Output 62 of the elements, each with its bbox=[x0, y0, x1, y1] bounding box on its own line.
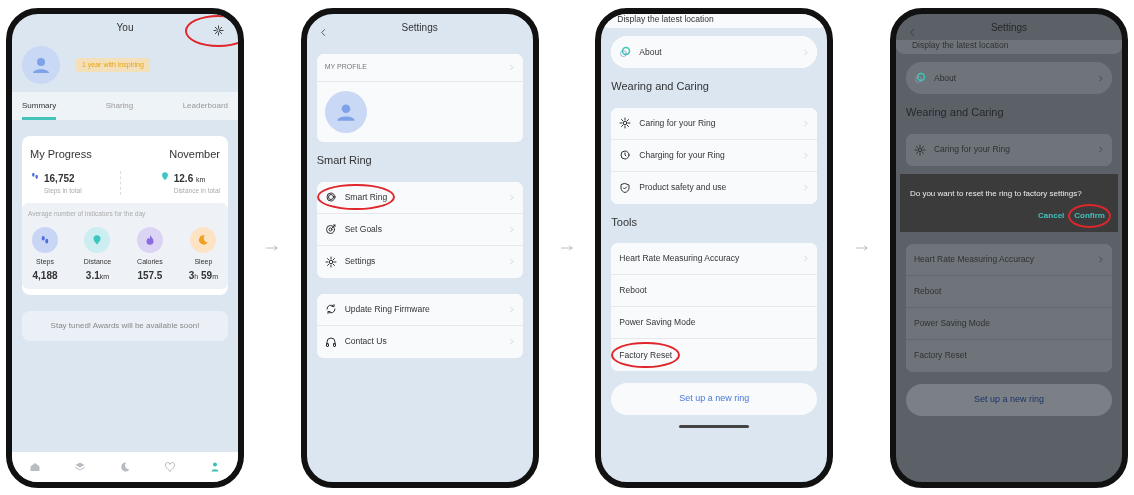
section-heading: Wearing and Caring bbox=[611, 79, 710, 94]
dialog-button[interactable]: Confirm bbox=[1071, 207, 1108, 224]
chevron-icon bbox=[1096, 255, 1104, 263]
settings-row[interactable]: Set Goals bbox=[316, 213, 523, 246]
settings-row[interactable]: Power Saving Mode bbox=[611, 307, 818, 339]
footprints-icon bbox=[30, 170, 40, 181]
settings-row[interactable]: Product safety and use bbox=[611, 171, 818, 204]
settings-row[interactable]: Reboot bbox=[611, 275, 818, 307]
home-indicator bbox=[679, 425, 750, 428]
settings-icon[interactable] bbox=[213, 25, 224, 37]
home-icon[interactable] bbox=[28, 461, 41, 473]
screen-title: You bbox=[116, 21, 134, 35]
gear-icon bbox=[324, 255, 337, 268]
settings-row[interactable]: Caring for your Ring bbox=[611, 107, 818, 140]
indicator-icon bbox=[32, 227, 58, 253]
indicator-value: 4,188 bbox=[32, 268, 58, 283]
highlight-ellipse bbox=[611, 341, 681, 369]
section-heading: Tools bbox=[611, 214, 638, 230]
rings-icon bbox=[619, 46, 632, 58]
chevron-icon bbox=[1096, 146, 1104, 153]
rings-icon bbox=[913, 72, 926, 84]
highlight-ellipse bbox=[185, 15, 238, 47]
clock-icon bbox=[619, 149, 632, 161]
chevron-icon bbox=[1096, 74, 1104, 82]
ring-icon bbox=[324, 191, 337, 203]
total-value: 16,752 bbox=[44, 171, 76, 186]
dialog-message: Do you want to reset the ring to factory settings? bbox=[909, 187, 1083, 200]
section-heading: Smart Ring bbox=[316, 153, 373, 168]
month-label: November bbox=[169, 147, 220, 162]
settings-row[interactable]: Update Ring Firmware bbox=[316, 293, 523, 326]
moon-icon[interactable] bbox=[118, 461, 131, 473]
location-pin-icon bbox=[159, 170, 170, 181]
target-icon bbox=[324, 223, 337, 235]
notice-banner: Stay tuned! Awards will be available soon! bbox=[22, 310, 228, 341]
indicator-icon bbox=[84, 227, 111, 253]
gear-icon bbox=[913, 143, 926, 156]
gear-icon bbox=[619, 117, 632, 129]
highlight-ellipse bbox=[1068, 203, 1111, 228]
indicator-icon bbox=[136, 227, 163, 253]
settings-row[interactable]: Settings bbox=[316, 245, 523, 278]
dialog-button[interactable]: Cancel bbox=[1035, 207, 1068, 224]
heart-icon[interactable] bbox=[164, 461, 177, 473]
setup-button[interactable]: Set up a new ring bbox=[611, 383, 818, 415]
section-heading: Wearing and Caring bbox=[905, 105, 1005, 120]
setting-text: Display the latest location bbox=[895, 40, 1122, 54]
shield-icon bbox=[619, 181, 632, 194]
settings-row[interactable]: Contact Us bbox=[316, 325, 523, 358]
settings-row[interactable]: About bbox=[611, 36, 818, 68]
layers-icon[interactable] bbox=[73, 461, 86, 473]
indicator-value: 157.5 bbox=[137, 268, 163, 283]
settings-row[interactable]: Charging for your Ring bbox=[611, 139, 818, 172]
back-icon[interactable] bbox=[907, 28, 917, 38]
screen-title: Settings bbox=[401, 21, 438, 35]
settings-row[interactable]: Factory Reset bbox=[611, 339, 818, 371]
settings-row[interactable]: Smart Ring bbox=[316, 181, 523, 214]
card-title: My Progress bbox=[30, 147, 92, 162]
back-icon[interactable] bbox=[318, 28, 328, 38]
headphones-icon bbox=[324, 335, 337, 348]
settings-row[interactable]: Heart Rate Measuring Accuracy bbox=[611, 243, 818, 275]
indicator-icon bbox=[190, 227, 217, 253]
tab[interactable]: Summary bbox=[22, 98, 57, 120]
refresh-icon bbox=[324, 303, 337, 315]
